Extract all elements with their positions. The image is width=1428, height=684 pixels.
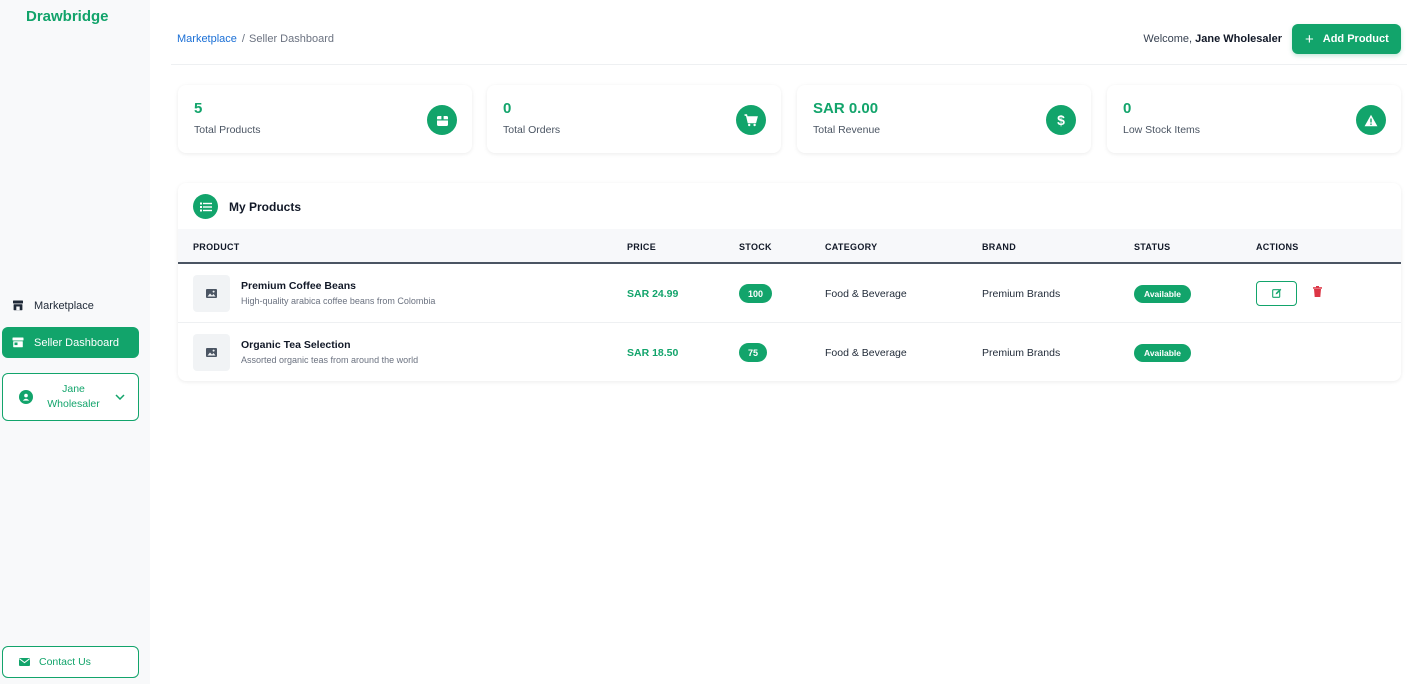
stat-label: Low Stock Items	[1123, 124, 1201, 136]
stat-value: 0	[503, 100, 512, 117]
product-description: High-quality arabica coffee beans from C…	[241, 296, 436, 306]
stat-value: SAR 0.00	[813, 100, 879, 117]
add-product-label: Add Product	[1322, 33, 1389, 45]
edit-button[interactable]	[1256, 281, 1297, 306]
envelope-icon	[18, 656, 30, 668]
contact-us-button[interactable]: Contact Us	[2, 646, 139, 678]
table-header: PRODUCT PRICE STOCK CATEGORY BRAND STATU…	[178, 229, 1401, 264]
panel-header: My Products	[193, 194, 301, 219]
column-header-stock[interactable]: STOCK	[739, 242, 772, 252]
plus-icon: +	[1305, 30, 1314, 48]
product-category: Food & Beverage	[825, 288, 907, 300]
user-name: Jane Wholesaler	[47, 383, 100, 410]
user-circle-icon	[19, 390, 33, 404]
stat-card-total-products: 5 Total Products	[178, 85, 472, 153]
welcome-prefix: Welcome,	[1143, 33, 1193, 45]
product-description: Assorted organic teas from around the wo…	[241, 355, 419, 365]
table-row: Organic Tea Selection Assorted organic t…	[178, 323, 1401, 381]
breadcrumb-separator: /	[241, 33, 245, 45]
edit-icon	[1271, 285, 1282, 303]
store-icon	[12, 300, 24, 312]
product-brand: Premium Brands	[982, 288, 1061, 300]
status-badge: Available	[1134, 344, 1192, 362]
stat-card-low-stock: 0 Low Stock Items	[1107, 85, 1401, 153]
top-bar: Marketplace / Seller Dashboard Welcome, Ja…	[171, 0, 1407, 65]
delete-button[interactable]	[1311, 286, 1323, 300]
my-products-panel: My Products PRODUCT PRICE STOCK CATEGORY…	[178, 183, 1401, 381]
stat-label: Total Products	[194, 124, 261, 136]
image-placeholder-icon	[193, 334, 230, 371]
stat-value: 5	[194, 100, 203, 117]
chevron-down-icon	[114, 391, 126, 403]
image-placeholder-icon	[193, 275, 230, 312]
breadcrumb: Marketplace / Seller Dashboard	[177, 33, 334, 45]
stat-label: Total Orders	[503, 124, 561, 136]
breadcrumb-current: Seller Dashboard	[248, 33, 334, 45]
product-price: SAR 24.99	[627, 288, 679, 300]
stat-card-total-orders: 0 Total Orders	[487, 85, 781, 153]
contact-us-label: Contact Us	[39, 656, 91, 668]
warning-icon	[1356, 105, 1386, 135]
cart-icon	[736, 105, 766, 135]
dollar-icon: $	[1046, 105, 1076, 135]
stat-value: 0	[1123, 100, 1132, 117]
product-name: Premium Coffee Beans	[241, 280, 356, 292]
sidebar-item-seller-dashboard[interactable]: Seller Dashboard	[2, 327, 139, 358]
column-header-actions: ACTIONS	[1256, 242, 1299, 252]
column-header-status[interactable]: STATUS	[1134, 242, 1170, 252]
stat-card-total-revenue: SAR 0.00 Total Revenue $	[797, 85, 1091, 153]
user-menu-dropdown[interactable]: Jane Wholesaler	[2, 373, 139, 421]
column-header-brand[interactable]: BRAND	[982, 242, 1016, 252]
table-row: Premium Coffee Beans High-quality arabic…	[178, 264, 1401, 323]
brand-logo[interactable]: Drawbridge	[26, 8, 109, 25]
sidebar-item-label: Marketplace	[34, 299, 94, 312]
sidebar-item-label: Seller Dashboard	[34, 336, 119, 349]
svg-text:$: $	[1057, 112, 1065, 128]
column-header-category[interactable]: CATEGORY	[825, 242, 877, 252]
welcome-user-name: Jane Wholesaler	[1195, 33, 1282, 45]
product-name: Organic Tea Selection	[241, 339, 351, 351]
breadcrumb-link-marketplace[interactable]: Marketplace	[177, 33, 237, 45]
stock-badge: 100	[739, 284, 773, 303]
product-price: SAR 18.50	[627, 347, 679, 359]
status-badge: Available	[1134, 285, 1192, 303]
column-header-product[interactable]: PRODUCT	[193, 242, 240, 252]
product-brand: Premium Brands	[982, 347, 1061, 359]
welcome-text: Welcome, Jane Wholesaler	[1143, 33, 1282, 45]
product-category: Food & Beverage	[825, 347, 907, 359]
trash-icon	[1312, 284, 1322, 302]
add-product-button[interactable]: + Add Product	[1292, 24, 1401, 54]
box-icon	[427, 105, 457, 135]
column-header-price[interactable]: PRICE	[627, 242, 656, 252]
stat-label: Total Revenue	[813, 124, 881, 136]
list-icon	[193, 194, 218, 219]
sidebar: Drawbridge Marketplace Seller Dashboard …	[0, 0, 150, 684]
sidebar-item-marketplace[interactable]: Marketplace	[2, 290, 139, 321]
shop-icon	[12, 337, 24, 349]
stock-badge: 75	[739, 343, 768, 362]
panel-title: My Products	[229, 199, 302, 214]
